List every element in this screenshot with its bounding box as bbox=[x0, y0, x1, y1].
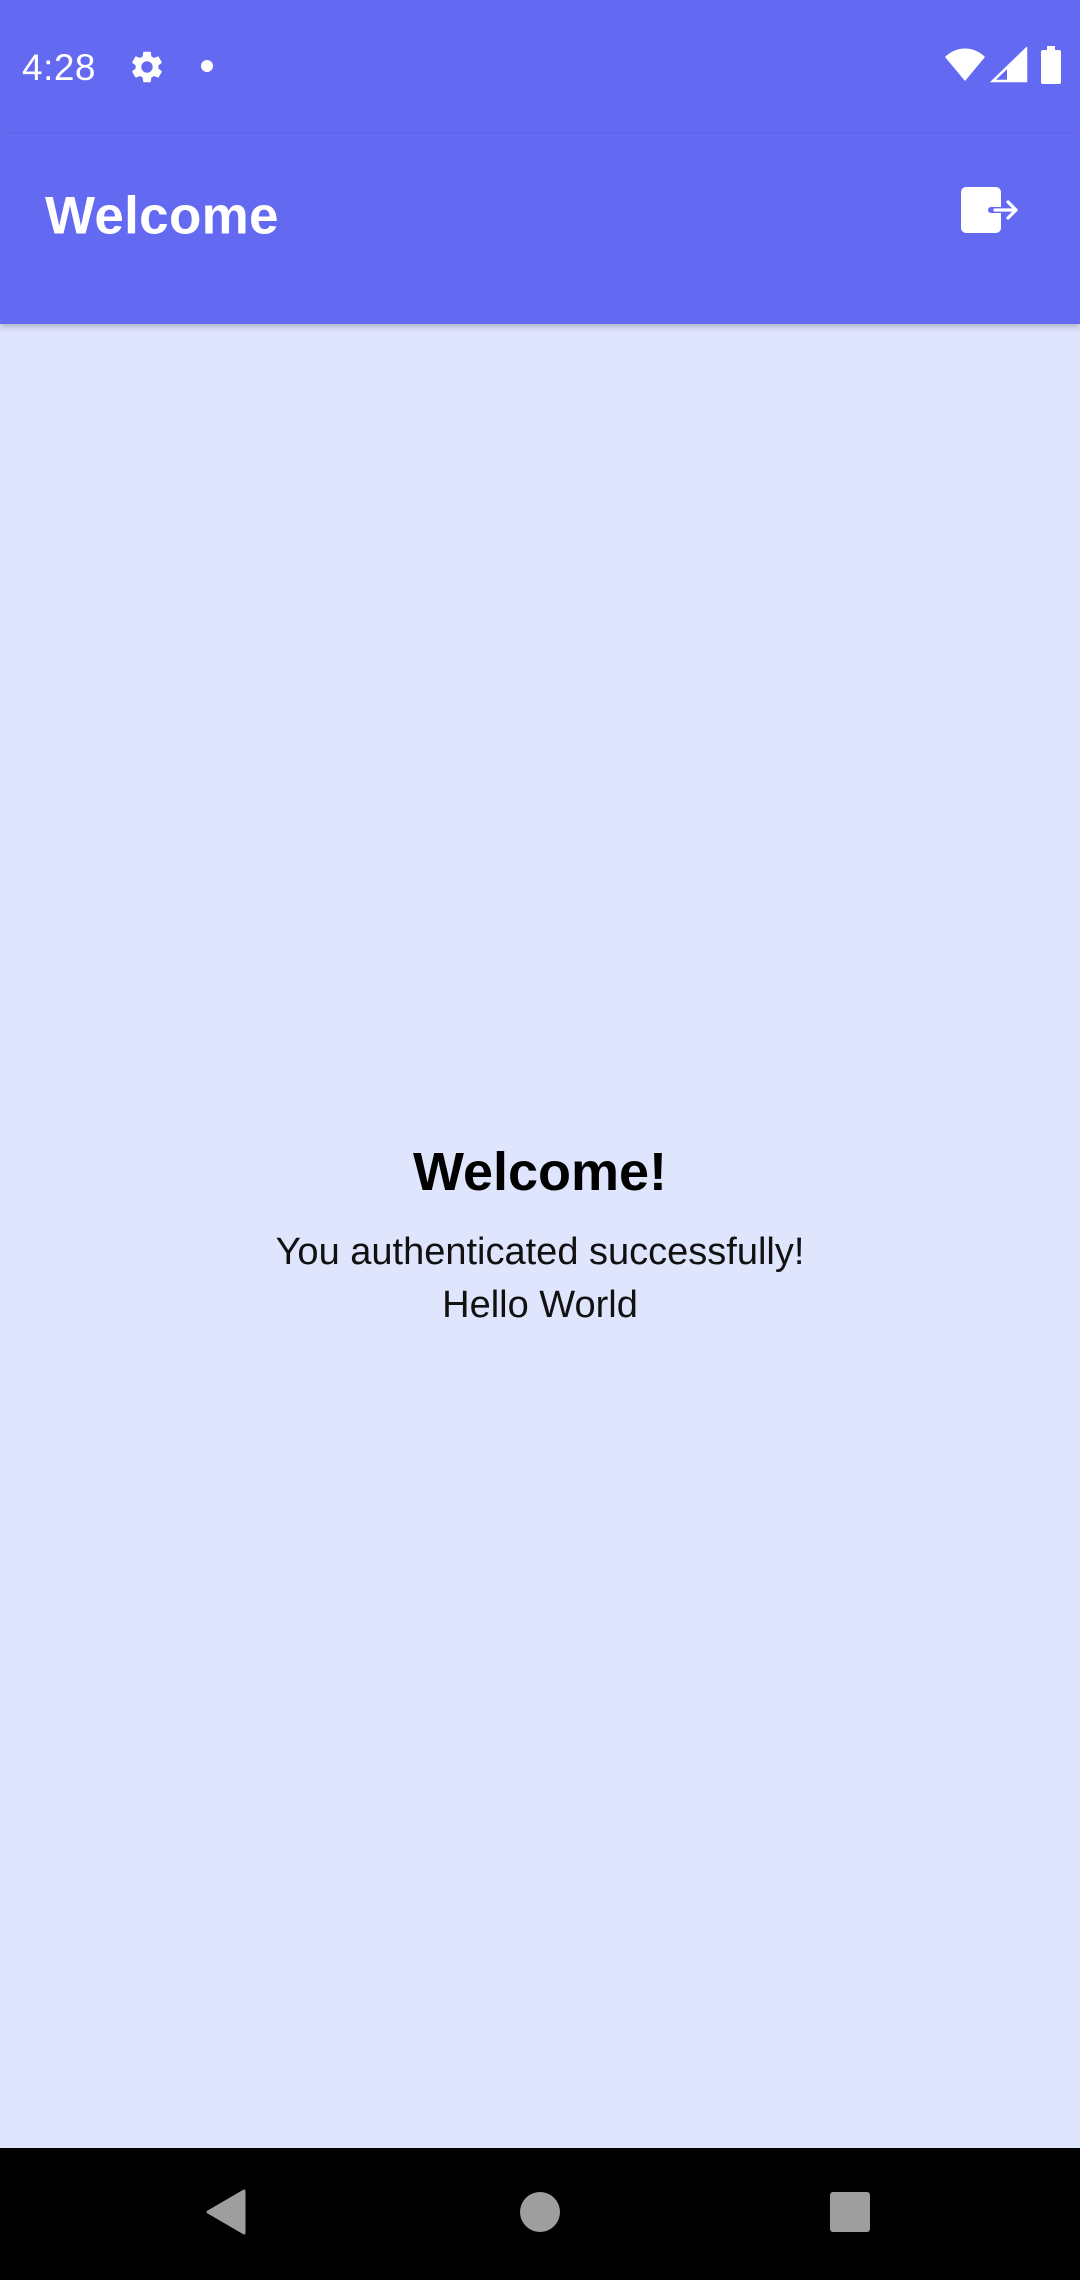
notification-dot-icon bbox=[201, 60, 213, 72]
settings-gear-icon bbox=[128, 48, 166, 86]
battery-icon bbox=[1040, 45, 1062, 89]
home-circle-icon bbox=[519, 2191, 561, 2238]
wifi-icon bbox=[944, 47, 986, 88]
cell-signal-icon bbox=[989, 45, 1028, 88]
nav-back-button[interactable] bbox=[176, 2164, 276, 2264]
logout-icon bbox=[959, 185, 1021, 240]
hello-world-text: Hello World bbox=[442, 1284, 638, 1326]
recents-square-icon bbox=[829, 2191, 871, 2238]
nav-recents-button[interactable] bbox=[800, 2164, 900, 2264]
back-triangle-icon bbox=[204, 2188, 248, 2241]
status-icons bbox=[944, 45, 1062, 89]
screen: 4:28 Welcome Welcome! You authenticated … bbox=[0, 0, 1080, 2280]
welcome-heading: Welcome! bbox=[412, 1142, 668, 1202]
status-time: 4:28 bbox=[22, 47, 97, 88]
app-bar-title: Welcome bbox=[45, 186, 279, 246]
status-bar: 4:28 bbox=[0, 0, 1080, 134]
system-nav-bar bbox=[0, 2148, 1080, 2280]
app-bar: Welcome bbox=[0, 134, 1080, 324]
logout-button[interactable] bbox=[940, 162, 1040, 262]
main-content: Welcome! You authenticated successfully!… bbox=[0, 324, 1080, 2148]
nav-home-button[interactable] bbox=[490, 2164, 590, 2264]
auth-success-message: You authenticated successfully! bbox=[275, 1231, 805, 1273]
